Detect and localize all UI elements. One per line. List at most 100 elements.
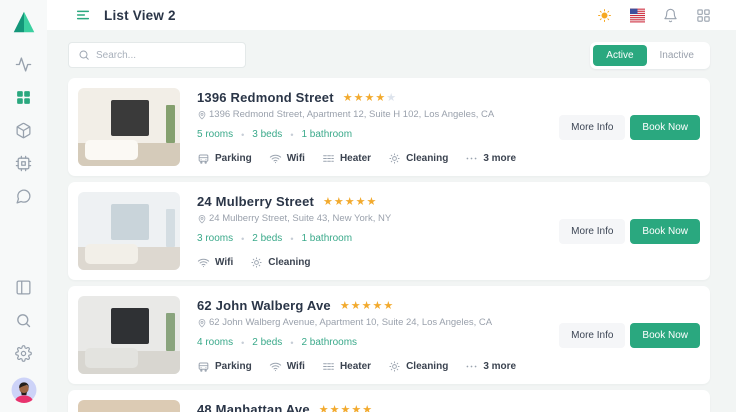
star-filled-icon: ★ bbox=[366, 195, 377, 208]
listing-title: 1396 Redmond Street bbox=[197, 90, 334, 105]
rating-stars: ★ ★ ★ ★ ★ bbox=[319, 404, 372, 412]
card-actions: More Info Book Now bbox=[559, 218, 700, 244]
sidebar-item-cube[interactable] bbox=[9, 115, 39, 145]
rating-stars: ★ ★ ★ ★ ★ bbox=[343, 92, 396, 103]
app-window: List View 2 Active Inactive bbox=[0, 0, 736, 412]
parking-icon bbox=[197, 152, 210, 165]
location-pin-icon bbox=[197, 110, 207, 120]
star-filled-icon: ★ bbox=[323, 195, 333, 208]
search-icon bbox=[78, 49, 90, 61]
star-filled-icon: ★ bbox=[344, 195, 355, 208]
status-filter: Active Inactive bbox=[590, 41, 710, 69]
listing-address: 62 John Walberg Avenue, Apartment 10, Su… bbox=[197, 317, 547, 328]
heater-icon bbox=[322, 152, 335, 165]
more-info-button[interactable]: More Info bbox=[559, 114, 626, 140]
search-icon bbox=[15, 312, 32, 329]
amenity-parking: Parking bbox=[197, 360, 252, 373]
filter-active-button[interactable]: Active bbox=[593, 44, 647, 66]
app-logo[interactable] bbox=[11, 9, 37, 35]
listing-address: 24 Mulberry Street, Suite 43, New York, … bbox=[197, 213, 547, 224]
card-actions: More Info Book Now bbox=[559, 114, 700, 140]
detail-separator: • bbox=[241, 129, 245, 140]
listing-title: 24 Mulberry Street bbox=[197, 194, 315, 209]
star-filled-icon: ★ bbox=[333, 195, 344, 208]
listing-list: 1396 Redmond Street ★ ★ ★ ★ ★ 1396 Redmond S… bbox=[68, 78, 710, 412]
detail-separator: • bbox=[290, 233, 294, 244]
logo-triangle-icon bbox=[11, 9, 37, 35]
book-now-button[interactable]: Book Now bbox=[630, 322, 700, 348]
amenity-label: Heater bbox=[339, 361, 372, 372]
detail-item: 2 beds bbox=[252, 233, 283, 244]
amenity-cleaning: Cleaning bbox=[388, 152, 448, 165]
sidebar-item-search[interactable] bbox=[9, 305, 39, 335]
amenity-label: Cleaning bbox=[406, 153, 449, 164]
header-actions bbox=[595, 6, 712, 24]
more-info-button[interactable]: More Info bbox=[559, 218, 626, 244]
cleaning-icon bbox=[388, 152, 401, 165]
star-filled-icon: ★ bbox=[364, 91, 375, 104]
location-pin-icon bbox=[197, 318, 207, 328]
book-now-button[interactable]: Book Now bbox=[630, 218, 700, 244]
ellipsis-icon bbox=[465, 360, 478, 373]
sidebar-nav bbox=[9, 49, 39, 214]
sun-button[interactable] bbox=[595, 6, 613, 24]
detail-separator: • bbox=[241, 233, 245, 244]
listing-photo bbox=[78, 88, 180, 166]
hamburger-menu-icon[interactable] bbox=[75, 7, 91, 23]
apps-grid-button[interactable] bbox=[694, 6, 712, 24]
star-filled-icon: ★ bbox=[340, 403, 351, 412]
listing-photo bbox=[78, 192, 180, 270]
star-filled-icon: ★ bbox=[339, 299, 350, 312]
activity-icon bbox=[15, 56, 32, 73]
amenity-label: Heater bbox=[339, 153, 372, 164]
sidebar-item-activity[interactable] bbox=[9, 49, 39, 79]
columns-icon bbox=[15, 279, 32, 296]
heater-icon bbox=[322, 360, 335, 373]
amenity-label: Wifi bbox=[286, 153, 305, 164]
listing-card: 1396 Redmond Street ★ ★ ★ ★ ★ 1396 Redmond S… bbox=[68, 78, 710, 176]
bell-button[interactable] bbox=[661, 6, 679, 24]
sidebar-bottom bbox=[9, 272, 39, 371]
more-info-button[interactable]: More Info bbox=[559, 322, 626, 348]
cleaning-icon bbox=[388, 360, 401, 373]
cpu-icon bbox=[15, 155, 32, 172]
book-now-button[interactable]: Book Now bbox=[630, 114, 700, 140]
star-filled-icon: ★ bbox=[353, 91, 364, 104]
detail-item: 1 bathroom bbox=[301, 233, 353, 244]
listing-address-text: 24 Mulberry Street, Suite 43, New York, … bbox=[209, 213, 392, 224]
apps-grid-icon bbox=[696, 8, 711, 23]
listing-details: 4 rooms • 2 beds • 2 bathrooms bbox=[197, 337, 547, 348]
sidebar-item-columns[interactable] bbox=[9, 272, 39, 302]
amenity-wifi: Wifi bbox=[269, 360, 305, 373]
hamburger-icon bbox=[75, 7, 91, 23]
toolbar: Active Inactive bbox=[68, 41, 710, 69]
sidebar-item-dashboard-grid[interactable] bbox=[9, 82, 39, 112]
detail-item: 2 bathrooms bbox=[301, 337, 358, 348]
detail-item: 2 beds bbox=[252, 337, 283, 348]
search-input[interactable] bbox=[96, 49, 236, 61]
sidebar-item-cpu[interactable] bbox=[9, 148, 39, 178]
filter-inactive-button[interactable]: Inactive bbox=[646, 44, 707, 66]
amenity-cleaning: Cleaning bbox=[388, 360, 448, 373]
star-filled-icon: ★ bbox=[329, 403, 340, 412]
rating-stars: ★ ★ ★ ★ ★ bbox=[323, 196, 376, 207]
listing-card: 24 Mulberry Street ★ ★ ★ ★ ★ 24 Mulberry Str… bbox=[68, 182, 710, 280]
star-filled-icon: ★ bbox=[375, 91, 386, 104]
star-filled-icon: ★ bbox=[372, 299, 383, 312]
sidebar-item-gear[interactable] bbox=[9, 338, 39, 368]
amenity-cleaning: Cleaning bbox=[250, 256, 310, 269]
us-flag-button[interactable] bbox=[628, 6, 646, 24]
user-avatar[interactable] bbox=[11, 377, 37, 403]
listing-card: 48 Manhattan Ave ★ ★ ★ ★ ★ bbox=[68, 390, 710, 412]
star-empty-icon: ★ bbox=[386, 91, 397, 104]
amenity-more: 3 more bbox=[465, 152, 516, 165]
amenity-list: Parking Wifi Heater Cleaning 3 more bbox=[197, 360, 547, 373]
listing-address-text: 62 John Walberg Avenue, Apartment 10, Su… bbox=[209, 317, 493, 328]
bell-icon bbox=[663, 8, 678, 23]
amenity-list: Parking Wifi Heater Cleaning 3 more bbox=[197, 152, 547, 165]
us-flag-icon bbox=[630, 8, 645, 23]
star-filled-icon: ★ bbox=[383, 299, 394, 312]
sidebar-item-chat-bubble[interactable] bbox=[9, 181, 39, 211]
detail-item: 5 rooms bbox=[197, 129, 234, 140]
star-filled-icon: ★ bbox=[342, 91, 353, 104]
